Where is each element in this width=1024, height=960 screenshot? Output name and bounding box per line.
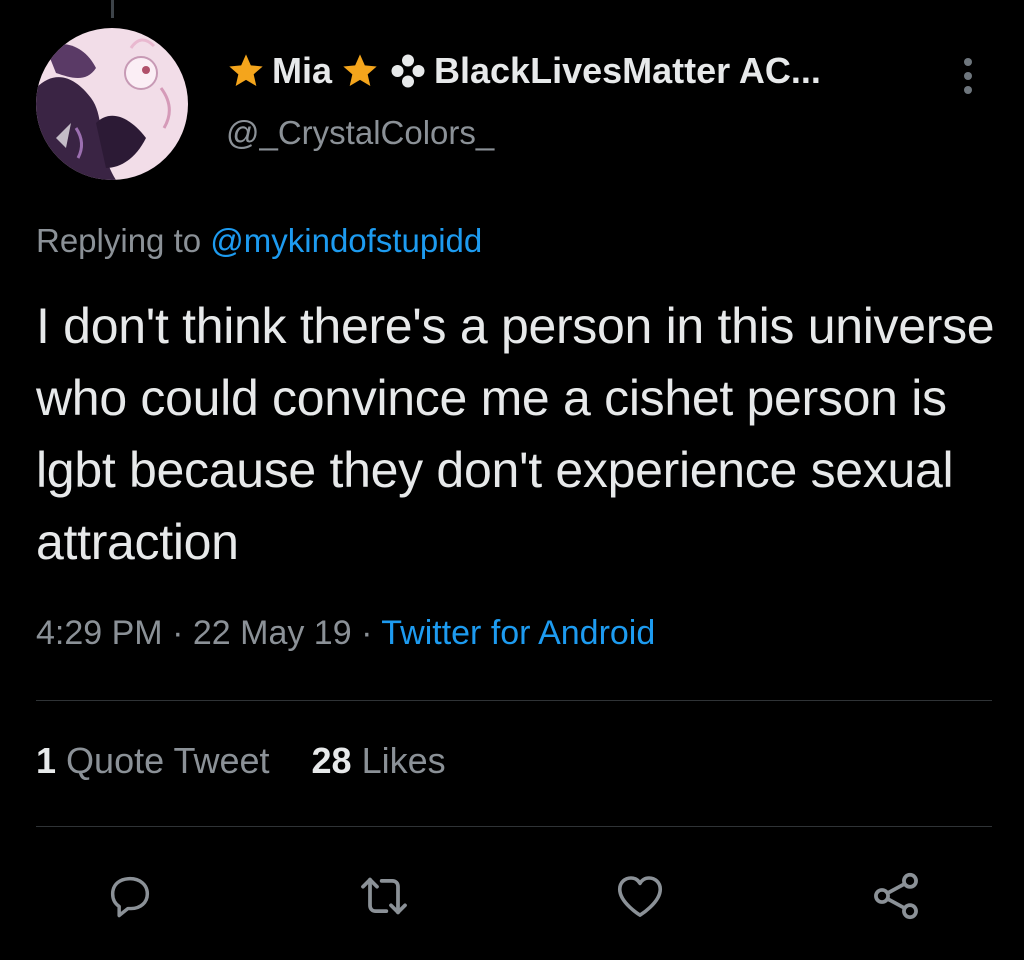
reply-button[interactable] [100, 866, 160, 926]
tweet-source-link[interactable]: Twitter for Android [381, 614, 655, 652]
like-button[interactable] [610, 866, 670, 926]
tweet-time[interactable]: 4:29 PM [36, 614, 163, 652]
tweet-header: Mia BlackLivesMatter AC... @_CrystalColo… [226, 46, 966, 152]
star-icon [343, 54, 377, 86]
quote-label: Quote Tweet [66, 740, 270, 781]
share-icon [874, 872, 918, 920]
retweet-button[interactable] [354, 866, 414, 926]
like-icon [617, 876, 663, 917]
divider [36, 826, 992, 827]
reply-to-handle-link[interactable]: @mykindofstupidd [210, 222, 482, 259]
tweet-stats: 1 Quote Tweet 28 Likes [36, 740, 478, 782]
avatar[interactable] [36, 28, 188, 180]
tweet-meta: 4:29 PM · 22 May 19 · Twitter for Androi… [36, 614, 655, 653]
more-vertical-icon[interactable] [960, 56, 976, 96]
tweet-action-bar [0, 866, 1024, 926]
reply-icon [110, 876, 150, 918]
meta-separator: · [361, 614, 373, 652]
tweet-text: I don't think there's a person in this u… [36, 298, 995, 570]
display-name: Mia [272, 50, 333, 91]
reply-prefix: Replying to [36, 222, 202, 259]
share-button[interactable] [866, 866, 926, 926]
likes-stat[interactable]: 28 Likes [312, 740, 446, 781]
retweet-icon [361, 877, 407, 915]
star-icon [229, 54, 263, 86]
user-handle[interactable]: @_CrystalColors_ [226, 114, 966, 152]
quote-tweets-stat[interactable]: 1 Quote Tweet [36, 740, 280, 781]
thread-connector-line [111, 0, 114, 18]
likes-count: 28 [311, 740, 352, 781]
replying-to: Replying to @mykindofstupidd [36, 222, 482, 260]
divider [36, 700, 992, 701]
flower-icon [391, 54, 425, 88]
meta-separator: · [172, 614, 184, 652]
display-name-row[interactable]: Mia BlackLivesMatter AC... [226, 46, 966, 96]
quote-count: 1 [36, 740, 57, 781]
tweet-date[interactable]: 22 May 19 [193, 614, 352, 652]
likes-label: Likes [361, 740, 446, 781]
display-name-suffix: BlackLivesMatter AC... [434, 50, 821, 91]
